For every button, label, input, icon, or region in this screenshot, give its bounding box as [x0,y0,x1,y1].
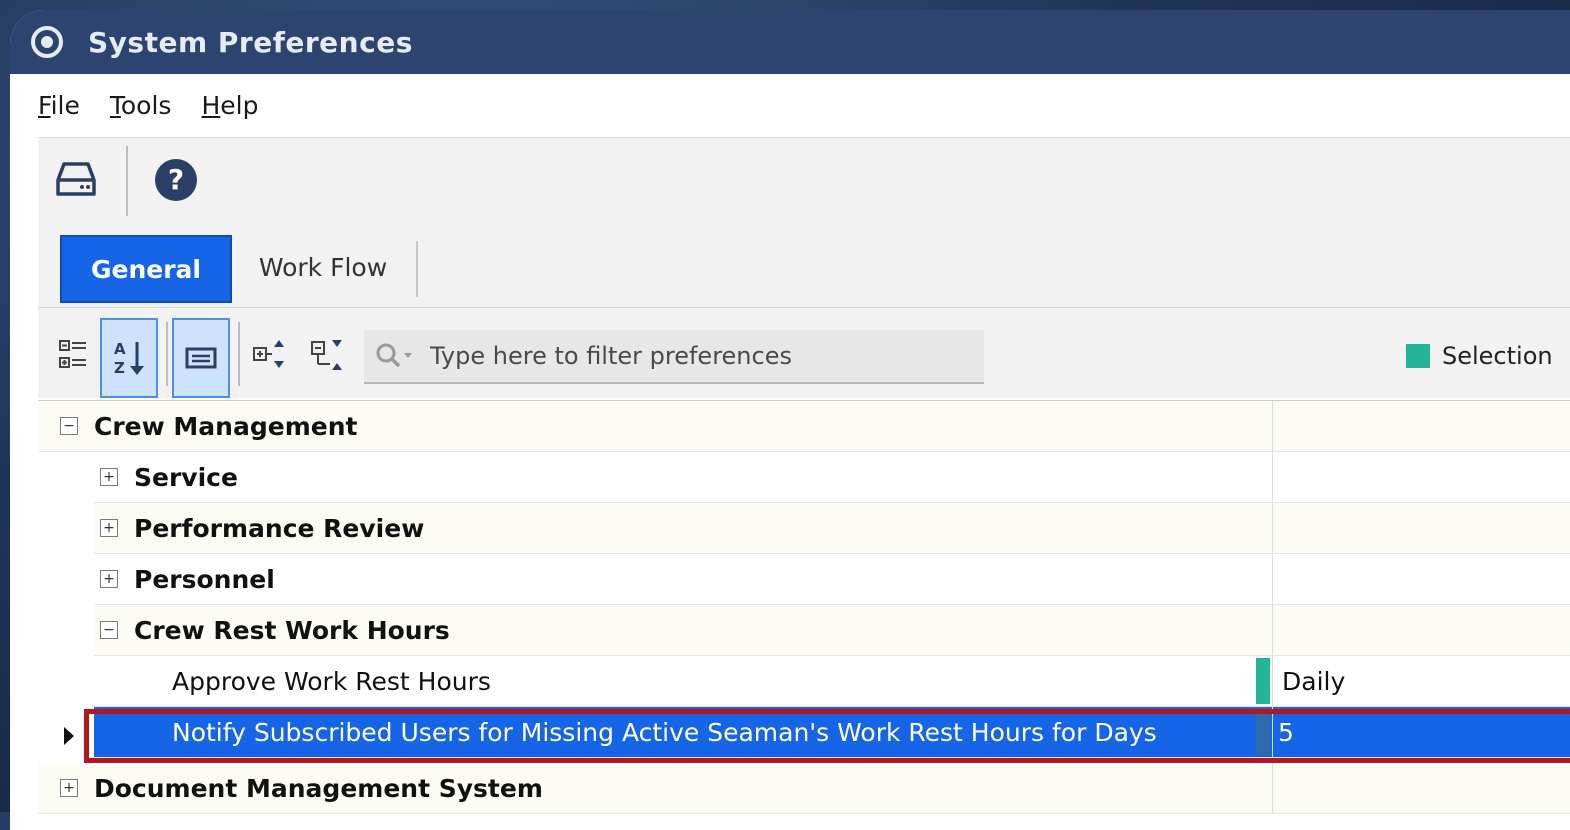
tab-work-flow[interactable]: Work Flow [230,235,416,299]
menu-tools-label: ools [120,90,172,120]
column-divider [1272,605,1273,655]
property-name: Approve Work Rest Hours [172,666,491,696]
property-grid: − Crew Management + Service + Performanc… [38,400,1570,830]
column-divider [1272,503,1273,553]
group-row-performance-review[interactable]: + Performance Review [94,503,1570,554]
row-label: Crew Management [94,411,358,441]
tab-general[interactable]: General [60,235,232,303]
menu-help-mnemonic: H [201,90,221,120]
column-divider [1272,656,1273,706]
toolbar-separator [126,146,128,216]
collapse-all-button[interactable] [308,336,348,374]
sort-az-icon: A Z [114,340,144,377]
filter-input[interactable] [428,341,972,371]
selection-indicator [1256,658,1270,704]
title-bar[interactable]: System Preferences [10,10,1570,74]
row-label: Performance Review [134,513,425,543]
property-pages-button[interactable] [172,318,230,398]
tab-separator [416,241,418,297]
window-title: System Preferences [88,25,413,59]
menu-bar: File Tools Help [38,74,1570,136]
svg-text:?: ? [168,163,184,196]
row-label: Personnel [134,564,275,594]
row-label: Document Management System [94,773,543,803]
menu-help[interactable]: Help [201,91,258,120]
menu-help-label: elp [220,90,259,120]
highlight-outline [84,709,1570,763]
column-divider [1272,763,1273,813]
help-circle-icon: ? [155,159,197,201]
svg-text:Z: Z [114,359,125,377]
help-button[interactable]: ? [148,152,204,208]
grid-toolbar-separator [238,322,240,386]
column-divider [1272,401,1273,451]
expand-icon[interactable]: + [100,468,118,486]
expand-icon[interactable]: + [60,779,78,797]
row-label: Service [134,462,238,492]
grid-toolbar-separator [166,322,168,386]
expand-all-icon [253,340,284,368]
property-row-approve-work-rest-hours[interactable]: Approve Work Rest Hours Daily [94,656,1570,707]
menu-file[interactable]: File [38,91,80,120]
row-label: Crew Rest Work Hours [134,615,450,645]
categorized-view-button[interactable] [56,336,90,374]
selection-legend: Selection [1406,342,1553,370]
column-divider [1272,452,1273,502]
save-button[interactable] [48,152,104,208]
grid-toolbar: A Z Type here to filter preferences Sele… [38,308,1570,398]
category-row-document-management-system[interactable]: + Document Management System [38,763,1570,814]
menu-tools[interactable]: Tools [110,91,172,120]
app-icon [30,25,64,59]
expand-all-button[interactable] [250,336,290,374]
property-value[interactable]: Daily [1282,667,1345,696]
collapse-all-icon [311,340,342,370]
current-row-arrow-icon [64,727,74,745]
preferences-window: System Preferences File Tools Help ? Gen… [10,10,1570,830]
collapse-icon[interactable]: − [100,621,118,639]
search-icon[interactable] [374,341,420,371]
categorized-icon [59,340,86,368]
group-row-personnel[interactable]: + Personnel [94,554,1570,605]
alphabetical-sort-button[interactable]: A Z [100,318,158,398]
expand-icon[interactable]: + [100,519,118,537]
selection-legend-label: Selection [1442,342,1553,370]
svg-text:A: A [114,340,126,358]
expand-icon[interactable]: + [100,570,118,588]
group-row-service[interactable]: + Service [94,452,1570,503]
drive-save-icon [56,162,96,196]
main-toolbar: ? [38,137,1570,224]
group-row-crew-rest-work-hours[interactable]: − Crew Rest Work Hours [94,605,1570,656]
menu-tools-mnemonic: T [109,90,121,120]
tab-strip: General Work Flow [38,223,1570,308]
collapse-icon[interactable]: − [60,417,78,435]
selection-swatch [1406,344,1430,368]
menu-file-label: ile [50,90,80,120]
filter-box [364,330,984,384]
menu-file-mnemonic: F [38,90,51,120]
property-pages-icon [185,347,217,369]
column-divider [1272,554,1273,604]
category-row-crew-management[interactable]: − Crew Management [38,401,1570,452]
